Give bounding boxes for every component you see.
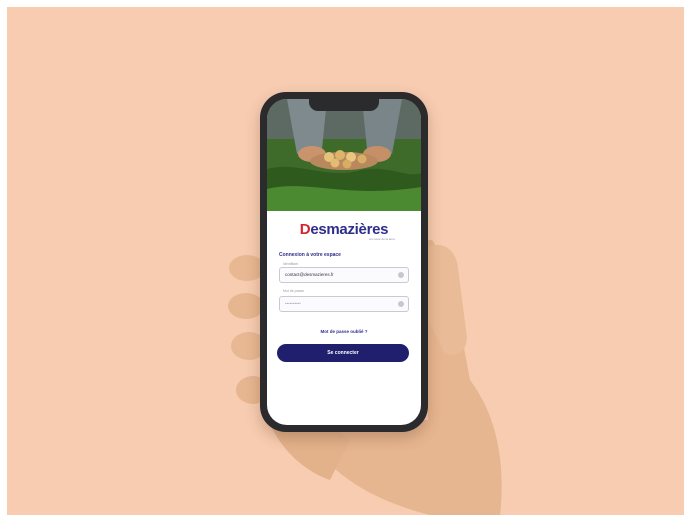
brand-logo: Desmazières [267,221,421,238]
header-photo-potatoes [267,99,421,211]
smartphone: Desmazières Au cœur de la terre Connexio… [260,92,428,432]
eye-icon[interactable] [398,301,404,307]
username-value: contact@desmazieres.fr [285,272,334,277]
forgot-password-link[interactable]: Mot de passe oublié ? [267,329,421,334]
brand-logo-name: esmazières [310,221,389,238]
phone-notch [309,99,379,111]
password-label: Mot de passe [283,289,305,293]
username-label: Identifiant [283,262,299,266]
password-field[interactable]: •••••••••• [279,296,409,312]
login-button[interactable]: Se connecter [277,344,409,362]
chevron-icon [398,272,404,278]
login-title: Connexion à votre espace [279,252,341,258]
password-placeholder: •••••••••• [285,301,301,306]
phone-screen: Desmazières Au cœur de la terre Connexio… [267,99,421,425]
username-field[interactable]: contact@desmazieres.fr [279,267,409,283]
brand-logo-initial: D [299,221,311,238]
brand-tagline: Au cœur de la terre [369,237,395,241]
